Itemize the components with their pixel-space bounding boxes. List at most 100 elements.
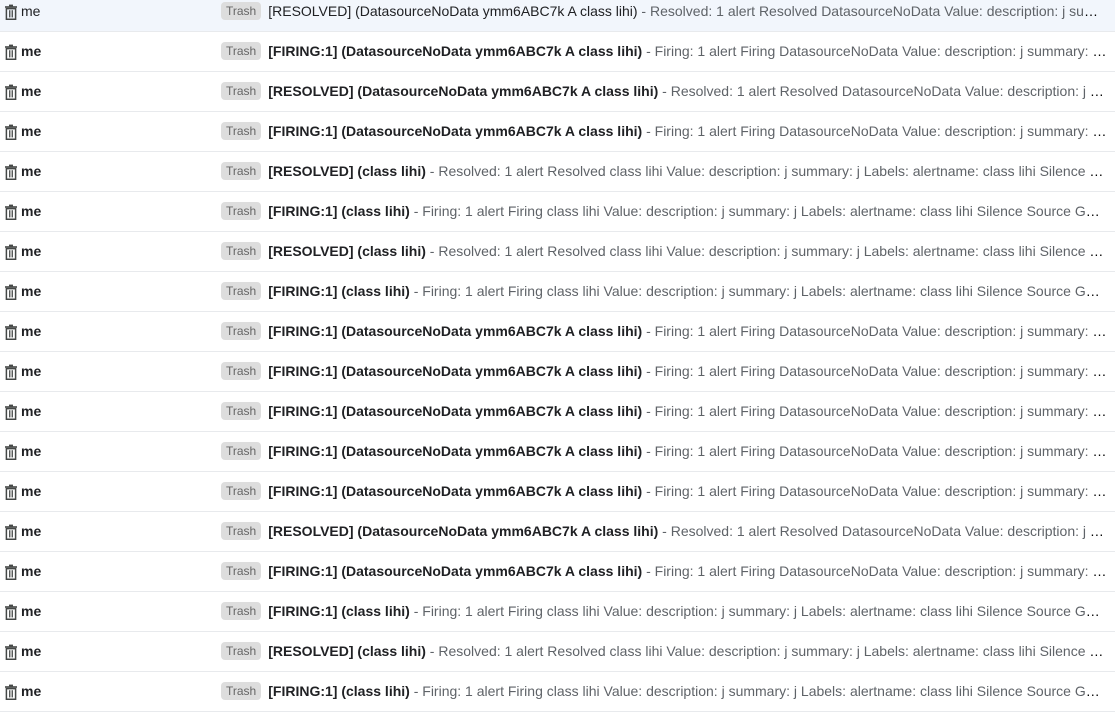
trash-icon[interactable] (4, 44, 18, 60)
trash-label-chip[interactable]: Trash (221, 242, 262, 261)
email-content[interactable]: Trash [FIRING:1] (class lihi) - Firing: 1… (221, 192, 1107, 231)
email-content[interactable]: Trash [FIRING:1] (DatasourceNoData ymm6AB… (221, 352, 1107, 391)
email-snippet: Firing: 1 alert Firing DatasourceNoData … (654, 323, 1107, 339)
email-content[interactable]: Trash [RESOLVED] (DatasourceNoData ymm6AB… (221, 72, 1107, 111)
email-row[interactable]: me Trash [FIRING:1] (class lihi) - Firing… (0, 272, 1115, 312)
email-row[interactable]: me Trash [FIRING:1] (DatasourceNoData ymm… (0, 352, 1115, 392)
email-content[interactable]: Trash [FIRING:1] (DatasourceNoData ymm6AB… (221, 432, 1107, 471)
trash-label-chip[interactable]: Trash (221, 682, 262, 701)
email-content[interactable]: Trash [FIRING:1] (DatasourceNoData ymm6AB… (221, 112, 1107, 151)
snippet-separator: - (642, 123, 655, 139)
email-content[interactable]: Trash [RESOLVED] (class lihi) - Resolved:… (221, 232, 1107, 271)
email-snippet: Firing: 1 alert Firing DatasourceNoData … (654, 43, 1107, 59)
email-row[interactable]: me Trash [FIRING:1] (DatasourceNoData ymm… (0, 472, 1115, 512)
email-subject: [FIRING:1] (DatasourceNoData ymm6ABC7k A… (268, 363, 643, 379)
email-snippet: Resolved: 1 alert Resolved class lihi Va… (438, 243, 1107, 259)
trash-icon[interactable] (4, 484, 18, 500)
trash-label-chip[interactable]: Trash (221, 522, 262, 541)
email-row[interactable]: me Trash [FIRING:1] (DatasourceNoData ymm… (0, 312, 1115, 352)
trash-label-chip[interactable]: Trash (221, 402, 262, 421)
trash-label-chip[interactable]: Trash (221, 2, 262, 21)
trash-label-chip[interactable]: Trash (221, 642, 262, 661)
email-sender: me (21, 643, 42, 659)
email-row[interactable]: me Trash [RESOLVED] (class lihi) - Resolv… (0, 152, 1115, 192)
email-content[interactable]: Trash [FIRING:1] (class lihi) - Firing: 1… (221, 592, 1107, 631)
trash-icon[interactable] (4, 324, 18, 340)
trash-label-chip[interactable]: Trash (221, 562, 262, 581)
trash-icon[interactable] (4, 604, 18, 620)
trash-label-chip[interactable]: Trash (221, 202, 262, 221)
trash-label-chip[interactable]: Trash (221, 42, 262, 61)
email-subject: [FIRING:1] (DatasourceNoData ymm6ABC7k A… (268, 483, 643, 499)
email-content[interactable]: Trash [FIRING:1] (DatasourceNoData ymm6AB… (221, 32, 1107, 71)
snippet-separator: - (642, 323, 655, 339)
trash-label-chip[interactable]: Trash (221, 482, 262, 501)
trash-icon[interactable] (4, 524, 18, 540)
trash-icon[interactable] (4, 4, 18, 20)
email-sender: me (21, 283, 42, 299)
email-row[interactable]: me Trash [RESOLVED] (DatasourceNoData ymm… (0, 512, 1115, 552)
email-row[interactable]: me Trash [FIRING:1] (DatasourceNoData ymm… (0, 392, 1115, 432)
email-row[interactable]: me Trash [FIRING:1] (class lihi) - Firing… (0, 592, 1115, 632)
snippet-separator: - (409, 203, 423, 219)
email-subject: [RESOLVED] (class lihi) (268, 163, 426, 179)
email-content[interactable]: Trash [FIRING:1] (DatasourceNoData ymm6AB… (221, 472, 1107, 511)
snippet-separator: - (642, 563, 655, 579)
email-snippet: Resolved: 1 alert Resolved DatasourceNoD… (670, 83, 1107, 99)
email-subject: [RESOLVED] (DatasourceNoData ymm6ABC7k A… (268, 83, 659, 99)
email-content[interactable]: Trash [FIRING:1] (class lihi) - Firing: 1… (221, 672, 1107, 711)
email-row[interactable]: me Trash [RESOLVED] (DatasourceNoData ymm… (0, 0, 1115, 32)
snippet-separator: - (658, 523, 671, 539)
email-subject: [RESOLVED] (class lihi) (268, 643, 426, 659)
trash-icon[interactable] (4, 564, 18, 580)
email-row[interactable]: me Trash [RESOLVED] (class lihi) - Resolv… (0, 632, 1115, 672)
email-row[interactable]: me Trash [FIRING:1] (DatasourceNoData ymm… (0, 432, 1115, 472)
email-content[interactable]: Trash [FIRING:1] (DatasourceNoData ymm6AB… (221, 392, 1107, 431)
email-row[interactable]: me Trash [RESOLVED] (DatasourceNoData ymm… (0, 72, 1115, 112)
email-content[interactable]: Trash [RESOLVED] (DatasourceNoData ymm6AB… (221, 512, 1107, 551)
trash-icon[interactable] (4, 124, 18, 140)
email-row[interactable]: me Trash [FIRING:1] (DatasourceNoData ymm… (0, 112, 1115, 152)
trash-label-chip[interactable]: Trash (221, 122, 262, 141)
trash-icon[interactable] (4, 404, 18, 420)
trash-icon[interactable] (4, 684, 18, 700)
email-subject: [FIRING:1] (DatasourceNoData ymm6ABC7k A… (268, 323, 643, 339)
trash-label-chip[interactable]: Trash (221, 602, 262, 621)
email-content[interactable]: Trash [RESOLVED] (DatasourceNoData ymm6AB… (221, 0, 1107, 31)
email-snippet: Firing: 1 alert Firing DatasourceNoData … (654, 443, 1107, 459)
trash-icon[interactable] (4, 84, 18, 100)
email-snippet: Firing: 1 alert Firing class lihi Value:… (422, 603, 1107, 619)
email-sender: me (21, 443, 42, 459)
email-row[interactable]: me Trash [FIRING:1] (DatasourceNoData ymm… (0, 552, 1115, 592)
trash-label-chip[interactable]: Trash (221, 322, 262, 341)
email-row[interactable]: me Trash [FIRING:1] (class lihi) - Firing… (0, 192, 1115, 232)
email-sender: me (21, 603, 42, 619)
trash-icon[interactable] (4, 284, 18, 300)
email-row[interactable]: me Trash [FIRING:1] (class lihi) - Firing… (0, 672, 1115, 712)
email-snippet: Firing: 1 alert Firing DatasourceNoData … (654, 563, 1107, 579)
trash-label-chip[interactable]: Trash (221, 442, 262, 461)
email-sender: me (21, 483, 42, 499)
trash-label-chip[interactable]: Trash (221, 362, 262, 381)
trash-label-chip[interactable]: Trash (221, 162, 262, 181)
email-sender: me (21, 83, 42, 99)
trash-icon[interactable] (4, 244, 18, 260)
email-content[interactable]: Trash [FIRING:1] (DatasourceNoData ymm6AB… (221, 312, 1107, 351)
trash-icon[interactable] (4, 444, 18, 460)
email-row[interactable]: me Trash [FIRING:1] (DatasourceNoData ymm… (0, 32, 1115, 72)
email-content[interactable]: Trash [RESOLVED] (class lihi) - Resolved:… (221, 632, 1107, 671)
trash-icon[interactable] (4, 364, 18, 380)
snippet-separator: - (642, 403, 655, 419)
email-row[interactable]: me Trash [RESOLVED] (class lihi) - Resolv… (0, 232, 1115, 272)
email-sender: me (21, 683, 42, 699)
email-sender: me (21, 43, 42, 59)
trash-icon[interactable] (4, 644, 18, 660)
trash-icon[interactable] (4, 204, 18, 220)
snippet-separator: - (642, 483, 655, 499)
trash-label-chip[interactable]: Trash (221, 82, 262, 101)
trash-label-chip[interactable]: Trash (221, 282, 262, 301)
email-content[interactable]: Trash [RESOLVED] (class lihi) - Resolved:… (221, 152, 1107, 191)
email-content[interactable]: Trash [FIRING:1] (DatasourceNoData ymm6AB… (221, 552, 1107, 591)
trash-icon[interactable] (4, 164, 18, 180)
email-content[interactable]: Trash [FIRING:1] (class lihi) - Firing: 1… (221, 272, 1107, 311)
